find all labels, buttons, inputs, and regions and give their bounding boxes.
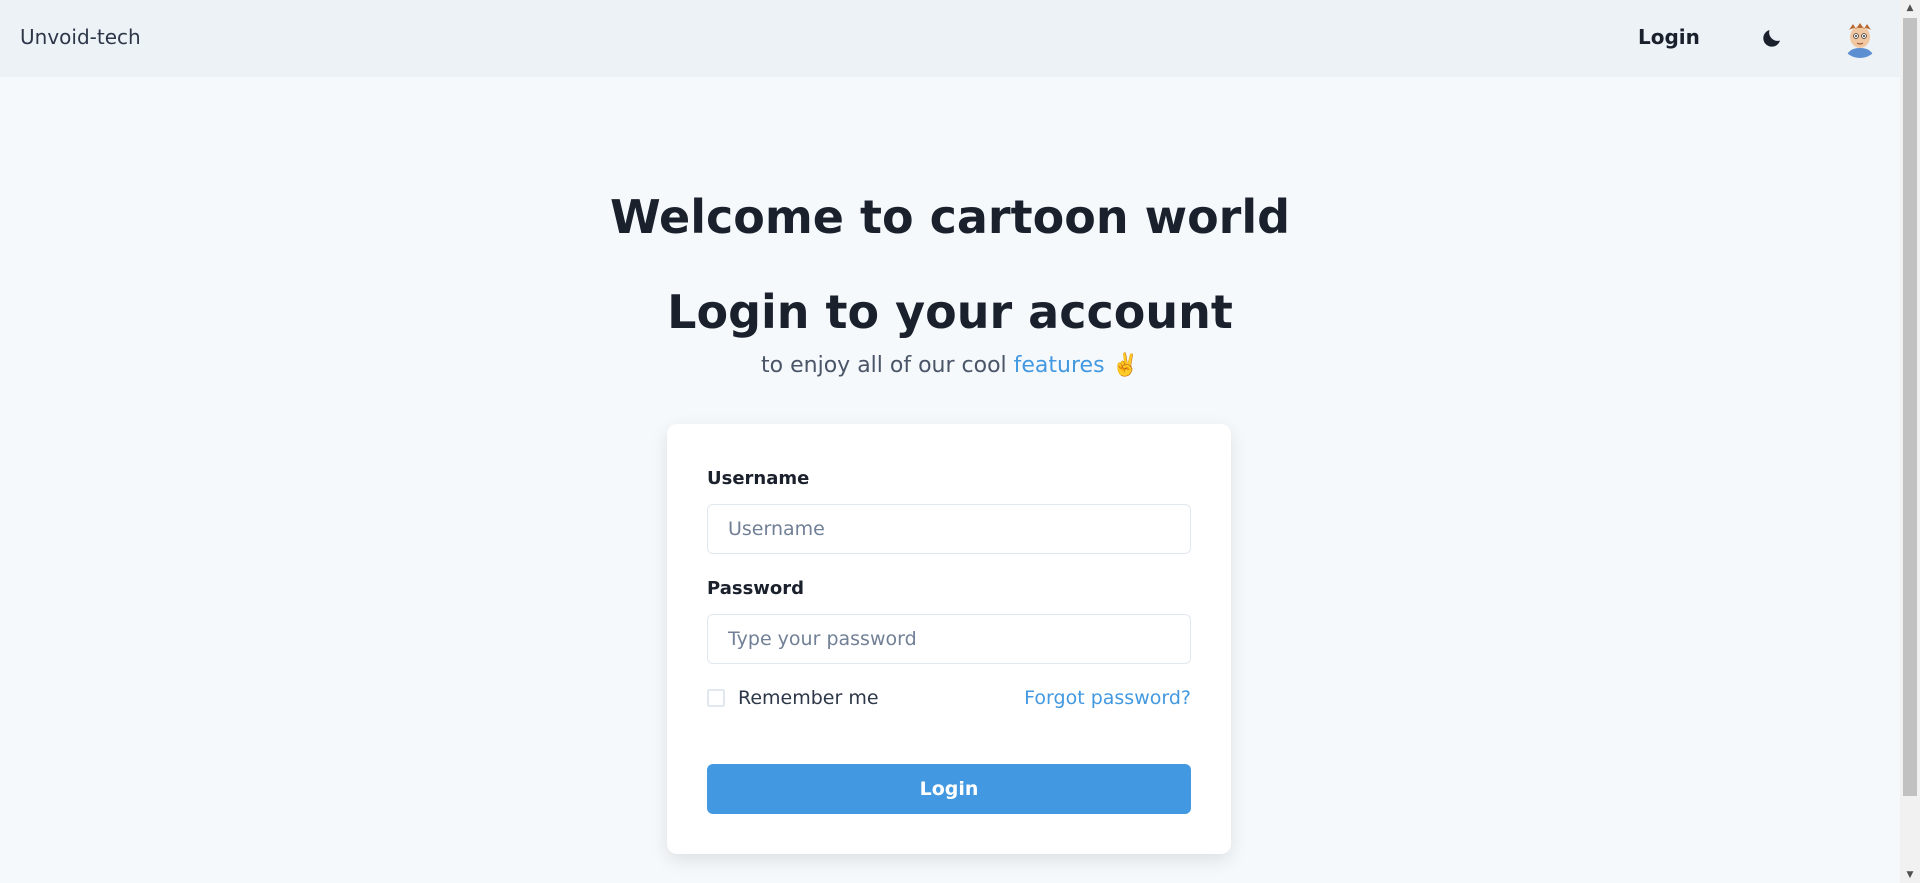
login-heading: Login to your account: [667, 285, 1233, 339]
subtitle-text: to enjoy all of our cool: [761, 353, 1007, 378]
forgot-password-link[interactable]: Forgot password?: [1024, 687, 1191, 709]
login-card: Username Password Remember me Forgot pas…: [667, 424, 1231, 854]
avatar[interactable]: [1840, 18, 1880, 58]
scroll-down-arrow-icon[interactable]: ▼: [1900, 867, 1920, 883]
nav-login-link[interactable]: Login: [1638, 25, 1700, 49]
features-link[interactable]: features: [1014, 353, 1105, 378]
brand-name[interactable]: Unvoid-tech: [20, 25, 141, 49]
remember-me-label[interactable]: Remember me: [738, 687, 879, 709]
username-label: Username: [707, 468, 810, 489]
scroll-thumb[interactable]: [1903, 18, 1917, 796]
password-input[interactable]: [707, 614, 1191, 664]
remember-me-checkbox[interactable]: [707, 689, 725, 707]
top-navbar: Unvoid-tech Login: [0, 0, 1900, 77]
vertical-scrollbar[interactable]: ▲ ▼: [1900, 0, 1920, 883]
password-label: Password: [707, 578, 805, 599]
login-button[interactable]: Login: [707, 764, 1191, 814]
moon-icon[interactable]: [1760, 26, 1784, 50]
subtitle: to enjoy all of our cool features ✌️: [0, 353, 1900, 378]
app-root: Unvoid-tech Login Welcome to cartoon wor…: [0, 0, 1900, 883]
victory-hand-icon: ✌️: [1111, 353, 1139, 378]
username-input[interactable]: [707, 504, 1191, 554]
welcome-title: Welcome to cartoon world: [609, 190, 1291, 244]
scroll-up-arrow-icon[interactable]: ▲: [1900, 0, 1920, 16]
